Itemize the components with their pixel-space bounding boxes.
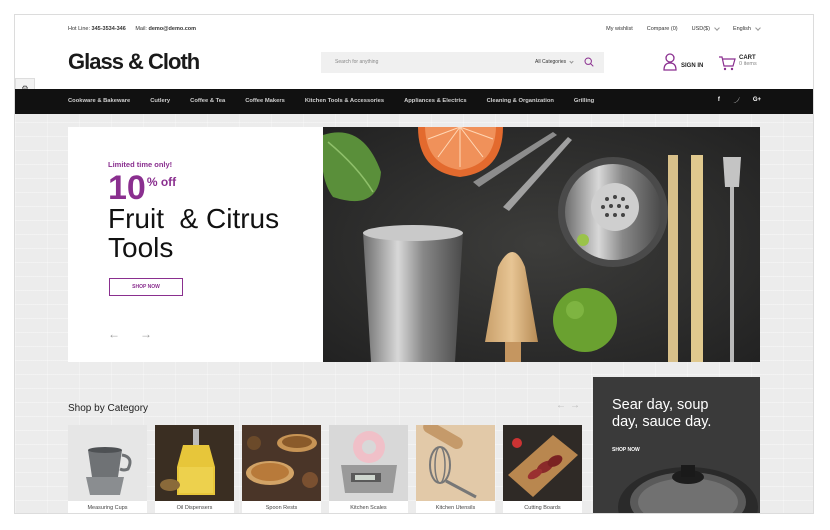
promo-banner[interactable]: Sear day, soup day, sauce day. SHOP NOW [593, 377, 760, 513]
category-tile[interactable]: Cutting Boards [503, 425, 582, 513]
language-select[interactable]: English [732, 25, 761, 32]
cart-count: 0 items [739, 61, 757, 67]
category-tile[interactable]: Measuring Cups [68, 425, 147, 513]
currency-select[interactable]: USD($) [691, 25, 720, 32]
hero-shop-now-button[interactable]: SHOP NOW [109, 278, 183, 296]
arrow-left-icon[interactable]: ← [556, 400, 566, 411]
search-bar[interactable]: Search for anything All Categories [321, 52, 604, 73]
signin-button[interactable]: SIGN IN [663, 53, 703, 71]
category-tile[interactable]: Oil Dispensers [155, 425, 234, 513]
hero-title-line1: Fruit & Citrus [108, 203, 280, 234]
nav-item-coffee-makers[interactable]: Coffee Makers [245, 98, 285, 104]
page-frame: Hot Line: 345-3534-346 Mail: demo@demo.c… [14, 14, 814, 514]
search-category-value: All Categories [535, 59, 567, 65]
hero-image [323, 127, 760, 362]
kitchen-utensils-image [416, 425, 495, 501]
contact-info: Hot Line: 345-3534-346 Mail: demo@demo.c… [68, 26, 196, 32]
hero-discount-number: 10 [108, 169, 146, 207]
promo-line1: Sear day, soup [612, 397, 709, 413]
currency-value: USD($) [691, 26, 710, 32]
category-tile[interactable]: Kitchen Scales [329, 425, 408, 513]
kitchen-scales-image [329, 425, 408, 501]
category-tile[interactable]: Kitchen Utensils [416, 425, 495, 513]
googleplus-icon[interactable]: G+ [753, 97, 761, 105]
signin-label: SIGN IN [681, 63, 704, 69]
category-slider-arrows: ← → [556, 400, 580, 411]
arrow-left-icon[interactable]: ← [108, 327, 120, 341]
nav-item-appliances[interactable]: Appliances & Electrics [404, 98, 467, 104]
cart-icon [719, 56, 736, 71]
arrow-right-icon[interactable]: → [140, 327, 152, 341]
spoon-rests-image [242, 425, 321, 501]
language-value: English [732, 26, 751, 32]
site-logo[interactable]: Glass & Cloth [68, 49, 200, 75]
category-tiles: Measuring Cups Oil Dispensers Spoon Rest… [68, 425, 582, 513]
wishlist-link[interactable]: My wishlist [606, 26, 633, 32]
search-category-select[interactable]: All Categories [535, 59, 574, 65]
twitter-icon[interactable] [732, 97, 740, 105]
measuring-cups-image [68, 425, 147, 501]
hero-title: Fruit & Citrus Tools [108, 204, 279, 262]
nav-items: Cookware & Bakeware Cutlery Coffee & Tea… [68, 98, 614, 104]
top-bar: Hot Line: 345-3534-346 Mail: demo@demo.c… [15, 15, 813, 43]
chevron-down-icon [568, 59, 574, 64]
nav-item-grilling[interactable]: Grilling [574, 98, 594, 104]
search-icon[interactable] [584, 57, 594, 67]
category-label: Kitchen Utensils [435, 505, 476, 511]
facebook-icon[interactable]: f [718, 97, 720, 105]
main-nav: Cookware & Bakeware Cutlery Coffee & Tea… [15, 89, 813, 114]
category-label: Cutting Boards [524, 505, 561, 511]
hotline-label: Hot Line: [68, 26, 91, 32]
hero-limited-label: Limited time only! [108, 160, 173, 169]
hero-title-line2: Tools [108, 232, 174, 263]
category-tile[interactable]: Spoon Rests [242, 425, 321, 513]
nav-item-kitchen-tools[interactable]: Kitchen Tools & Accessories [305, 98, 384, 104]
nav-item-cleaning[interactable]: Cleaning & Organization [487, 98, 554, 104]
mail-value[interactable]: demo@demo.com [149, 26, 197, 32]
promo-text: Sear day, soup day, sauce day. [612, 397, 711, 431]
category-label: Spoon Rests [265, 505, 298, 511]
category-label: Measuring Cups [87, 505, 128, 511]
chevron-down-icon [714, 25, 720, 31]
category-section-title: Shop by Category [68, 403, 149, 414]
nav-item-cookware[interactable]: Cookware & Bakeware [68, 98, 130, 104]
search-input[interactable]: Search for anything [335, 59, 378, 65]
promo-line2: day, sauce day. [612, 414, 712, 430]
nav-item-cutlery[interactable]: Cutlery [150, 98, 170, 104]
hero-discount: 10 % off [108, 169, 176, 207]
user-icon [663, 53, 677, 71]
hero-discount-suffix: % off [146, 175, 177, 189]
hotline-value: 345-3534-346 [91, 26, 126, 32]
promo-shop-now-link[interactable]: SHOP NOW [612, 447, 640, 453]
chevron-down-icon [755, 25, 761, 31]
mail-label: Mail: [135, 26, 147, 32]
main-content: Limited time only! 10 % off Fruit & Citr… [15, 114, 813, 513]
social-links: f G+ [718, 97, 761, 105]
category-label: Kitchen Scales [350, 505, 387, 511]
arrow-right-icon[interactable]: → [570, 400, 580, 411]
nav-item-coffee-tea[interactable]: Coffee & Tea [190, 98, 225, 104]
cart-button[interactable]: CART 0 items [718, 55, 757, 71]
hero-slider-arrows: ← → [108, 327, 152, 341]
compare-link[interactable]: Compare (0) [647, 26, 678, 32]
cutting-boards-image [503, 425, 582, 501]
oil-dispensers-image [155, 425, 234, 501]
top-links: My wishlist Compare (0) USD($) English [606, 25, 761, 32]
hero-banner-text: Limited time only! 10 % off Fruit & Citr… [68, 127, 323, 362]
category-label: Oil Dispensers [176, 505, 213, 511]
